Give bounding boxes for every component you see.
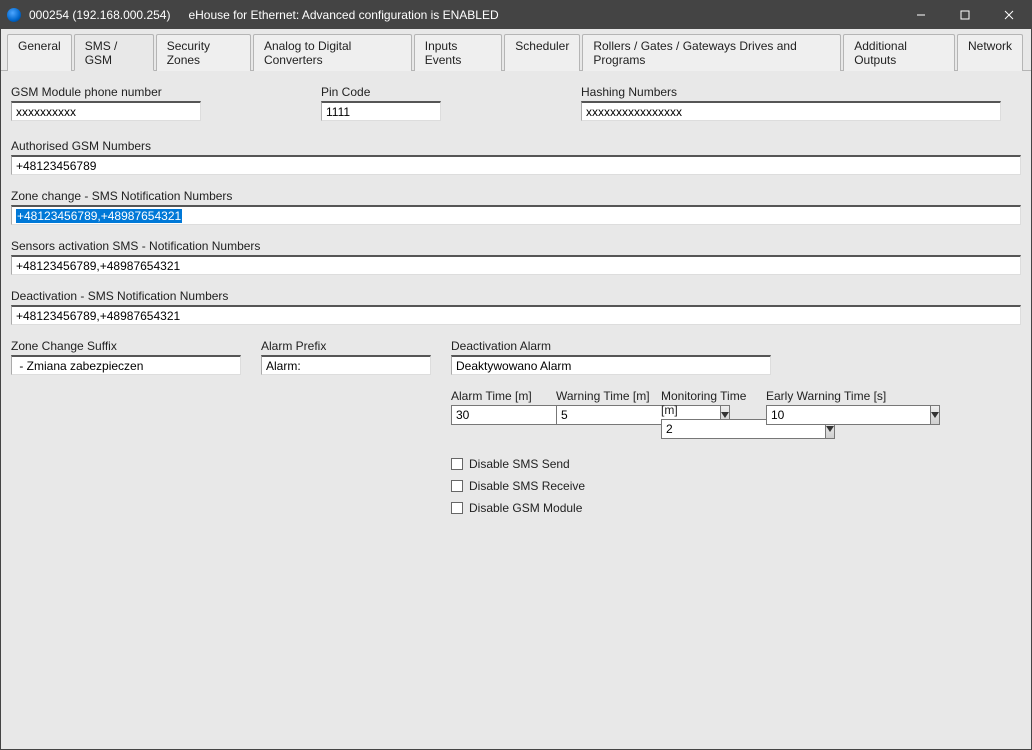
label-zone-change-nums: Zone change - SMS Notification Numbers (11, 189, 1021, 203)
tab-scheduler[interactable]: Scheduler (504, 34, 580, 71)
tabstrip: General SMS / GSM Security Zones Analog … (1, 29, 1031, 71)
checkbox-icon (451, 458, 463, 470)
maximize-button[interactable] (943, 1, 987, 29)
client-area: GSM Module phone number Pin Code Hashing… (1, 71, 1031, 749)
check-disable-sms-send-label: Disable SMS Send (469, 457, 570, 471)
label-pin: Pin Code (321, 85, 441, 99)
label-zone-suffix: Zone Change Suffix (11, 339, 241, 353)
input-alarm-prefix[interactable] (261, 355, 431, 375)
tab-security-zones[interactable]: Security Zones (156, 34, 251, 71)
combo-monitoring-time[interactable] (661, 419, 756, 439)
window-subtitle: eHouse for Ethernet: Advanced configurat… (188, 8, 498, 22)
tab-general[interactable]: General (7, 34, 72, 71)
label-alarm-time: Alarm Time [m] (451, 389, 546, 403)
check-disable-sms-receive-label: Disable SMS Receive (469, 479, 585, 493)
label-alarm-prefix: Alarm Prefix (261, 339, 431, 353)
app-icon (7, 8, 21, 22)
combo-alarm-time[interactable] (451, 405, 546, 425)
combo-early-warning[interactable] (766, 405, 861, 425)
label-deact-alarm: Deactivation Alarm (451, 339, 771, 353)
input-deact-alarm[interactable] (451, 355, 771, 375)
titlebar: 000254 (192.168.000.254) eHouse for Ethe… (1, 1, 1031, 29)
input-pin[interactable] (321, 101, 441, 121)
tab-adc[interactable]: Analog to Digital Converters (253, 34, 412, 71)
combo-warning-time[interactable] (556, 405, 651, 425)
label-monitoring-time: Monitoring Time [m] (661, 389, 756, 417)
label-deact-nums: Deactivation - SMS Notification Numbers (11, 289, 1021, 303)
window-id: 000254 (192.168.000.254) (29, 8, 170, 22)
checkbox-icon (451, 502, 463, 514)
input-zone-suffix[interactable] (11, 355, 241, 375)
label-hashing: Hashing Numbers (581, 85, 1001, 99)
tab-additional-outputs[interactable]: Additional Outputs (843, 34, 955, 71)
input-hashing[interactable] (581, 101, 1001, 121)
check-disable-sms-receive[interactable]: Disable SMS Receive (451, 479, 771, 493)
combo-early-warning-value[interactable] (766, 405, 930, 425)
input-sensors-nums[interactable] (11, 255, 1021, 275)
check-disable-gsm-module[interactable]: Disable GSM Module (451, 501, 771, 515)
label-early-warning: Early Warning Time [s] (766, 389, 886, 403)
label-sensors-nums: Sensors activation SMS - Notification Nu… (11, 239, 1021, 253)
tab-rollers[interactable]: Rollers / Gates / Gateways Drives and Pr… (582, 34, 841, 71)
check-disable-sms-send[interactable]: Disable SMS Send (451, 457, 771, 471)
input-deact-nums[interactable] (11, 305, 1021, 325)
combo-early-warning-btn[interactable] (930, 405, 940, 425)
tab-inputs-events[interactable]: Inputs Events (414, 34, 503, 71)
label-gsm-phone: GSM Module phone number (11, 85, 201, 99)
selected-zone-change-value: +48123456789,+48987654321 (16, 209, 182, 223)
tab-network[interactable]: Network (957, 34, 1023, 71)
input-auth-nums[interactable] (11, 155, 1021, 175)
checkbox-icon (451, 480, 463, 492)
input-zone-change-nums[interactable]: +48123456789,+48987654321 (11, 205, 1021, 225)
check-disable-gsm-module-label: Disable GSM Module (469, 501, 582, 515)
minimize-button[interactable] (899, 1, 943, 29)
close-button[interactable] (987, 1, 1031, 29)
label-auth-nums: Authorised GSM Numbers (11, 139, 1021, 153)
label-warning-time: Warning Time [m] (556, 389, 651, 403)
tab-sms-gsm[interactable]: SMS / GSM (74, 34, 154, 71)
input-gsm-phone[interactable] (11, 101, 201, 121)
